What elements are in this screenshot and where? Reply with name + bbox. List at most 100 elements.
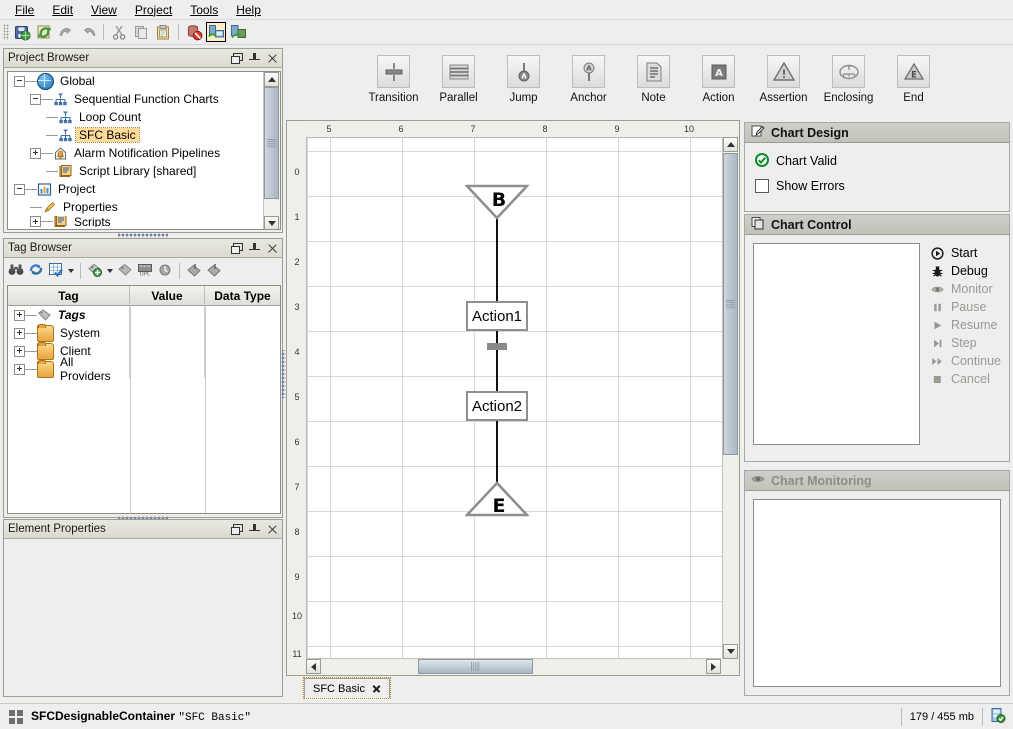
expander-icon[interactable] (14, 310, 25, 321)
editor-horizontal-scrollbar[interactable] (306, 658, 721, 674)
import-tags-icon[interactable] (186, 262, 202, 280)
editor-vertical-scrollbar[interactable] (722, 137, 738, 659)
palette-anchor[interactable]: A Anchor (556, 46, 621, 104)
palette-jump[interactable]: A Jump (491, 46, 556, 104)
tag-icon[interactable] (117, 262, 133, 280)
binoculars-icon[interactable] (8, 262, 24, 280)
expander-icon[interactable] (14, 184, 25, 195)
menu-edit[interactable]: Edit (43, 1, 82, 19)
tree-item-sfc-basic[interactable]: SFC Basic (8, 126, 280, 144)
float-icon[interactable] (231, 53, 242, 64)
refresh-icon[interactable] (34, 22, 54, 42)
scroll-down-button[interactable] (723, 644, 738, 659)
scroll-left-button[interactable] (306, 659, 321, 674)
expander-icon[interactable] (14, 76, 25, 87)
tree-item-script-library[interactable]: Script Library [shared] (8, 162, 280, 180)
close-icon[interactable] (267, 243, 278, 254)
tag-browser-table[interactable]: Tag Value Data Type Tags (7, 285, 281, 514)
sfc-begin-step[interactable]: B (465, 184, 529, 220)
scrollbar-thumb[interactable] (264, 87, 279, 199)
new-tag-icon[interactable] (87, 262, 103, 280)
table-row[interactable]: Tags (8, 306, 280, 324)
scroll-down-button[interactable] (264, 216, 279, 230)
palette-note[interactable]: Note (621, 46, 686, 104)
tree-item-loop-count[interactable]: Loop Count (8, 108, 280, 126)
menu-help[interactable]: Help (227, 1, 270, 19)
menu-view[interactable]: View (82, 1, 126, 19)
tree-item-scripts[interactable]: Scripts (8, 216, 280, 227)
scroll-up-button[interactable] (264, 72, 279, 87)
refresh-tags-icon[interactable] (28, 262, 44, 280)
close-icon[interactable] (267, 53, 278, 64)
table-row[interactable]: All Providers (8, 360, 280, 378)
pin-icon[interactable] (249, 243, 260, 254)
sfc-end-step[interactable]: E (465, 481, 529, 517)
tag-grid-icon[interactable] (48, 262, 64, 280)
expander-icon[interactable] (30, 94, 41, 105)
expander-icon[interactable] (14, 346, 25, 357)
redo-icon[interactable] (78, 22, 98, 42)
expander-icon[interactable] (14, 328, 25, 339)
tree-item-properties[interactable]: Properties (8, 198, 280, 216)
paste-icon[interactable] (153, 22, 173, 42)
scrollbar-thumb-horizontal[interactable] (418, 659, 533, 674)
float-icon[interactable] (231, 243, 242, 254)
table-row[interactable]: Client (8, 342, 280, 360)
sfc-action-step-2[interactable]: Action2 (466, 391, 528, 421)
chart-control-debug[interactable]: Debug (931, 262, 1001, 280)
expander-icon[interactable] (14, 364, 25, 375)
column-header-tag[interactable]: Tag (8, 286, 130, 305)
float-icon[interactable] (231, 524, 242, 535)
close-icon[interactable] (267, 524, 278, 535)
tree-item-sequential-function-charts[interactable]: Sequential Function Charts (8, 90, 280, 108)
sfc-transition[interactable] (487, 343, 507, 350)
expression-tag-icon[interactable] (157, 262, 173, 280)
copy-icon[interactable] (131, 22, 151, 42)
menu-file[interactable]: File (6, 1, 43, 19)
scroll-up-button[interactable] (723, 137, 738, 152)
palette-parallel[interactable]: Parallel (426, 46, 491, 104)
designer-comm-icon[interactable] (206, 22, 226, 42)
tree-item-alarm-notification-pipelines[interactable]: Alarm Notification Pipelines (8, 144, 280, 162)
project-browser-scrollbar[interactable] (263, 72, 280, 230)
palette-end[interactable]: E End (881, 46, 946, 104)
dropdown-caret-2-icon[interactable] (107, 269, 113, 273)
table-row[interactable]: System (8, 324, 280, 342)
gateway-icon[interactable] (228, 22, 248, 42)
sfc-canvas[interactable]: B Action1 Action2 E (306, 137, 722, 660)
scrollbar-thumb-vertical[interactable] (723, 153, 738, 455)
show-errors-checkbox[interactable] (755, 179, 769, 193)
dropdown-caret-icon[interactable] (68, 269, 74, 273)
palette-assertion[interactable]: Assertion (751, 46, 816, 104)
pin-icon[interactable] (249, 53, 260, 64)
column-header-value[interactable]: Value (130, 286, 205, 305)
palette-transition[interactable]: Transition (361, 46, 426, 104)
sfc-action-step-1[interactable]: Action1 (466, 301, 528, 331)
tree-item-project[interactable]: Project (8, 180, 280, 198)
column-header-data-type[interactable]: Data Type (205, 286, 280, 305)
undo-icon[interactable] (56, 22, 76, 42)
show-errors-row[interactable]: Show Errors (755, 175, 999, 197)
document-tab-sfc-basic[interactable]: SFC Basic (304, 678, 390, 698)
export-tags-icon[interactable] (206, 262, 222, 280)
chart-monitoring-list[interactable] (753, 499, 1001, 687)
memory-indicator[interactable]: 179 / 455 mb (901, 708, 983, 726)
toolbar-grip[interactable] (3, 24, 9, 40)
chart-control-start[interactable]: Start (931, 244, 1001, 262)
menu-tools[interactable]: Tools (181, 1, 227, 19)
cut-icon[interactable] (109, 22, 129, 42)
menu-project[interactable]: Project (126, 1, 181, 19)
opc-tag-icon[interactable]: OPC (137, 262, 153, 280)
scroll-right-button[interactable] (706, 659, 721, 674)
project-browser-tree[interactable]: Global Sequential Function Charts (7, 71, 281, 230)
palette-action[interactable]: A Action (686, 46, 751, 104)
save-icon[interactable] (12, 22, 32, 42)
close-icon[interactable] (372, 684, 381, 693)
expander-icon[interactable] (30, 148, 41, 159)
expander-icon[interactable] (30, 216, 41, 227)
database-disabled-icon[interactable] (184, 22, 204, 42)
pin-icon[interactable] (249, 524, 260, 535)
palette-enclosing[interactable]: Enclosing (816, 46, 881, 104)
tree-item-global[interactable]: Global (8, 72, 280, 90)
gateway-status-icon[interactable] (989, 707, 1006, 727)
